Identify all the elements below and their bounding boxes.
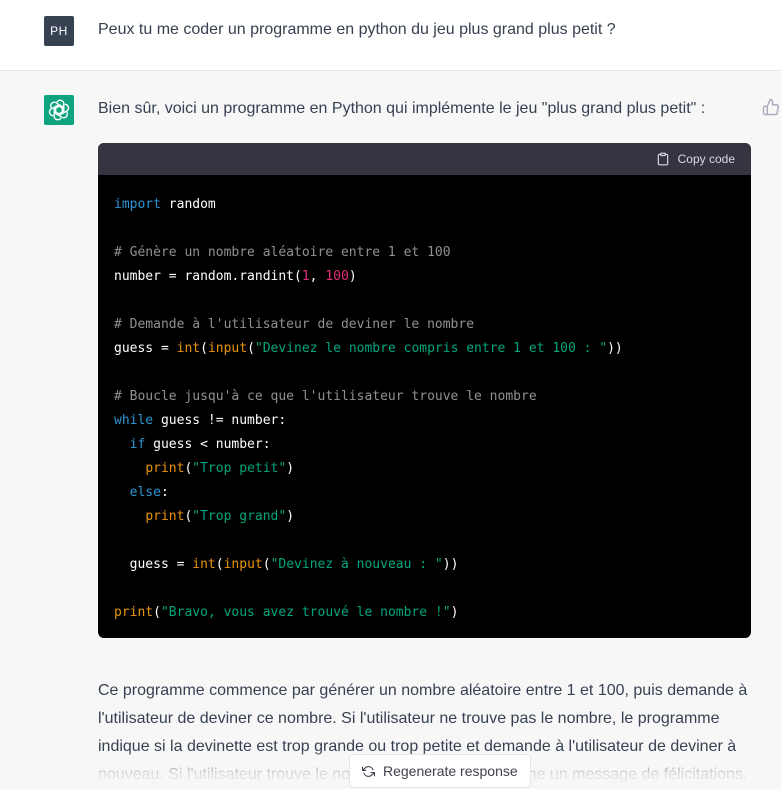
- user-message-text: Peux tu me coder un programme en python …: [98, 21, 616, 38]
- code-token: print: [145, 461, 185, 476]
- openai-logo-icon: [48, 99, 70, 121]
- code-token: int: [176, 341, 201, 356]
- code-token: input: [223, 557, 263, 572]
- code-token: guess < number:: [145, 437, 271, 452]
- code-token: if: [129, 437, 146, 452]
- code-token: )): [607, 341, 623, 356]
- code-token: ): [450, 605, 459, 620]
- code-token: "Devinez à nouveau : ": [270, 557, 443, 572]
- code-token: "Trop grand": [192, 509, 287, 524]
- thumbs-up-icon[interactable]: [762, 98, 780, 116]
- code-token: :: [160, 485, 169, 500]
- code-line: print("Trop petit"): [114, 457, 735, 481]
- code-token: guess != number:: [153, 413, 287, 428]
- code-line: import random: [114, 193, 735, 217]
- refresh-icon: [362, 765, 375, 777]
- assistant-message-row: Bien sûr, voici un programme en Python q…: [0, 71, 781, 789]
- code-line: while guess != number:: [114, 409, 735, 433]
- code-block: Copy code import random # Génère un nombr…: [98, 143, 751, 638]
- code-line: number = random.randint(1, 100): [114, 265, 735, 289]
- code-content: import random # Génère un nombre aléatoir…: [98, 175, 751, 625]
- code-token: (: [200, 341, 208, 356]
- code-line: guess = int(input("Devinez le nombre com…: [114, 337, 735, 361]
- code-token: print: [114, 605, 154, 620]
- user-avatar: PH: [44, 16, 74, 46]
- code-token: int: [192, 557, 216, 572]
- regenerate-response-button[interactable]: Regenerate response: [349, 754, 531, 788]
- code-token: "Devinez le nombre compris entre 1 et 10…: [254, 341, 608, 356]
- code-token: else: [129, 485, 161, 500]
- user-avatar-initials: PH: [50, 24, 68, 38]
- code-line: guess = int(input("Devinez à nouveau : "…: [114, 553, 735, 577]
- code-token: 1: [301, 269, 310, 284]
- clipboard-icon: [657, 152, 668, 166]
- code-token: ,: [309, 269, 326, 284]
- code-token: (: [262, 557, 271, 572]
- code-token: 100: [325, 269, 349, 284]
- assistant-avatar: [44, 95, 74, 125]
- code-block-header: Copy code: [98, 143, 751, 175]
- code-token: # Demande à l'utilisateur de deviner le …: [114, 317, 475, 332]
- code-token: random: [160, 197, 216, 212]
- code-line: else:: [114, 481, 735, 505]
- code-token: "Trop petit": [192, 461, 287, 476]
- code-token: "Bravo, vous avez trouvé le nombre !": [160, 605, 451, 620]
- code-token: (: [215, 557, 224, 572]
- code-line: # Boucle jusqu'à ce que l'utilisateur tr…: [114, 385, 735, 409]
- code-line: # Génère un nombre aléatoire entre 1 et …: [114, 241, 735, 265]
- code-line: # Demande à l'utilisateur de deviner le …: [114, 313, 735, 337]
- assistant-intro-text: Bien sûr, voici un programme en Python q…: [98, 100, 706, 117]
- code-token: input: [207, 341, 248, 356]
- regenerate-response-label: Regenerate response: [383, 763, 518, 779]
- code-token: ): [286, 509, 295, 524]
- code-token: import: [114, 197, 161, 212]
- code-token: number = random.randint(: [114, 269, 302, 284]
- copy-code-button[interactable]: Copy code: [656, 152, 735, 166]
- code-line: print("Trop grand"): [114, 505, 735, 529]
- copy-code-label: Copy code: [677, 152, 735, 166]
- code-token: (: [247, 341, 255, 356]
- user-message-row: PH Peux tu me coder un programme en pyth…: [0, 0, 781, 71]
- code-line: print("Bravo, vous avez trouvé le nombre…: [114, 601, 735, 625]
- code-token: )): [442, 557, 459, 572]
- code-token: ): [286, 461, 295, 476]
- code-token: # Boucle jusqu'à ce que l'utilisateur tr…: [114, 389, 537, 404]
- code-token: guess =: [114, 341, 177, 356]
- code-token: print: [145, 509, 185, 524]
- code-token: while: [114, 413, 154, 428]
- code-token: ): [348, 269, 357, 284]
- code-token: # Génère un nombre aléatoire entre 1 et …: [114, 245, 451, 260]
- code-token: guess =: [114, 557, 193, 572]
- code-line: if guess < number:: [114, 433, 735, 457]
- code-token: (: [153, 605, 161, 620]
